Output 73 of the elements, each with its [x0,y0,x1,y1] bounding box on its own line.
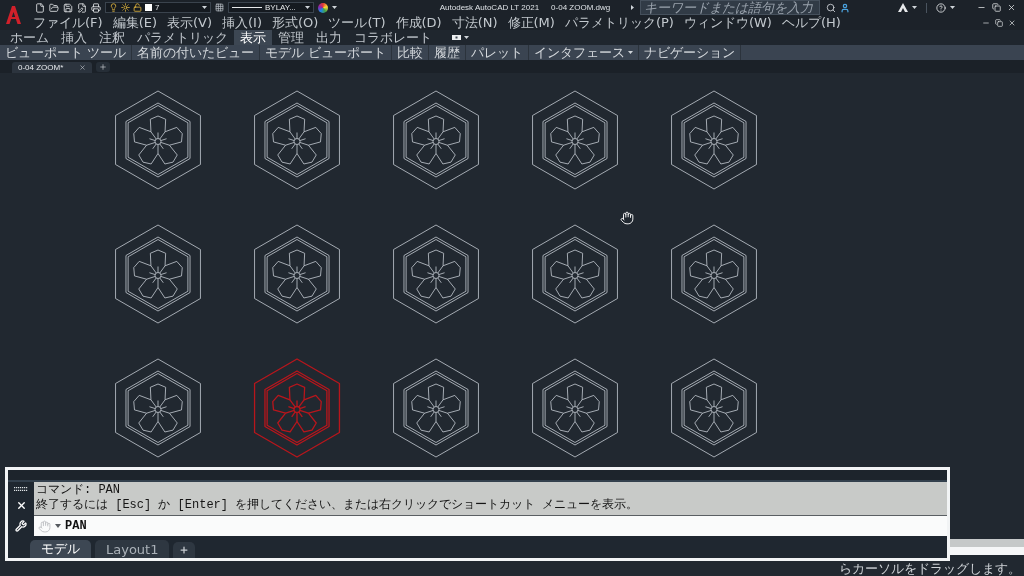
command-history-line: コマンド: PAN [36,483,121,498]
command-input-field[interactable]: PAN [34,516,947,536]
add-layout-button[interactable] [173,542,196,558]
caret-icon [464,36,469,39]
caret-icon[interactable] [55,524,61,528]
menu-item[interactable]: 寸法(N) [446,15,503,30]
triangle-icon[interactable] [898,3,908,12]
rectangle-icon[interactable] [452,35,461,40]
restore-icon[interactable] [995,18,1003,27]
ribbon-tab[interactable]: 表示 [234,30,272,45]
help-icon[interactable] [936,2,946,13]
printer-icon[interactable] [91,2,101,13]
linetype-sample-icon [232,7,262,8]
file-tab[interactable]: 0-04 ZOOM* [12,62,93,73]
menu-item[interactable]: ツール(T) [323,15,391,30]
grid-icon[interactable] [215,3,224,12]
layout-tab[interactable]: モデル [30,540,91,558]
docked-command-field[interactable] [950,547,1024,555]
save-icon[interactable] [63,2,73,13]
expand-icon[interactable] [631,5,634,10]
color-wheel-icon[interactable] [318,2,328,13]
command-history-line: 終了するには [Esc] か [Enter] を押してください、または右クリックでショートカット メニューを表示。 [36,498,640,513]
caret-icon [912,6,917,9]
ribbon-tab[interactable]: 挿入 [55,30,93,45]
caret-icon [202,6,207,9]
grip-icon[interactable] [14,486,28,491]
menu-item[interactable]: ファイル(F) [28,15,108,30]
caret-icon [332,6,337,9]
menu-item[interactable]: ウィンドウ(W) [678,15,777,30]
search-icon[interactable] [826,2,836,13]
restore-icon[interactable] [992,3,1001,12]
layout-tab[interactable]: Layout1 [95,540,170,558]
ribbon-tab[interactable]: 出力 [310,30,348,45]
plus-icon [99,63,108,71]
close-icon[interactable] [1008,18,1016,27]
close-icon[interactable] [15,500,27,512]
caret-icon [950,6,955,9]
close-icon[interactable] [1007,3,1016,12]
hand-icon [38,519,51,533]
ribbon-tab[interactable]: コラボレート [348,30,438,45]
ribbon-tab[interactable]: ホーム [4,30,55,45]
color-swatch-icon [145,4,152,11]
file-title: 0-04 ZOOM.dwg [551,2,611,13]
ribbon-tab[interactable]: 管理 [272,30,310,45]
menu-item[interactable]: 編集(E) [107,15,162,30]
menu-item[interactable]: 形式(O) [267,15,324,30]
caret-icon [305,6,310,9]
ribbon-tab[interactable]: 注釈 [93,30,131,45]
sun-icon [121,3,130,12]
layer-dropdown[interactable]: 7 [105,2,211,13]
search-field[interactable]: キーワードまたは語句を入力 [640,0,820,15]
user-icon[interactable] [840,2,850,13]
linetype-dropdown[interactable]: BYLAY... [228,2,314,13]
app-logo-icon[interactable] [5,6,21,24]
plus-icon [179,545,190,555]
ribbon-tab[interactable]: パラメトリック [131,30,234,45]
new-tab-button[interactable] [96,62,111,72]
menu-item[interactable]: パラメトリック(P) [559,15,679,30]
pan-cursor-icon [620,211,634,225]
new-file-icon[interactable] [35,2,45,13]
wrench-icon[interactable] [15,520,27,532]
menu-item[interactable]: 作成(D) [390,15,447,30]
open-folder-icon[interactable] [49,2,59,13]
status-text: らカーソルをドラッグします。 [839,562,1021,576]
unlock-icon [133,3,142,12]
caret-icon [628,51,634,54]
app-title: Autodesk AutoCAD LT 2021 [439,2,540,13]
menu-item[interactable]: 表示(V) [162,15,218,30]
menu-item[interactable]: ヘルプ(H) [776,15,846,30]
file-pen-icon[interactable] [77,2,87,13]
menu-item[interactable]: 挿入(I) [217,15,267,30]
lightbulb-icon [109,3,118,12]
menu-item[interactable]: 修正(M) [502,15,560,30]
